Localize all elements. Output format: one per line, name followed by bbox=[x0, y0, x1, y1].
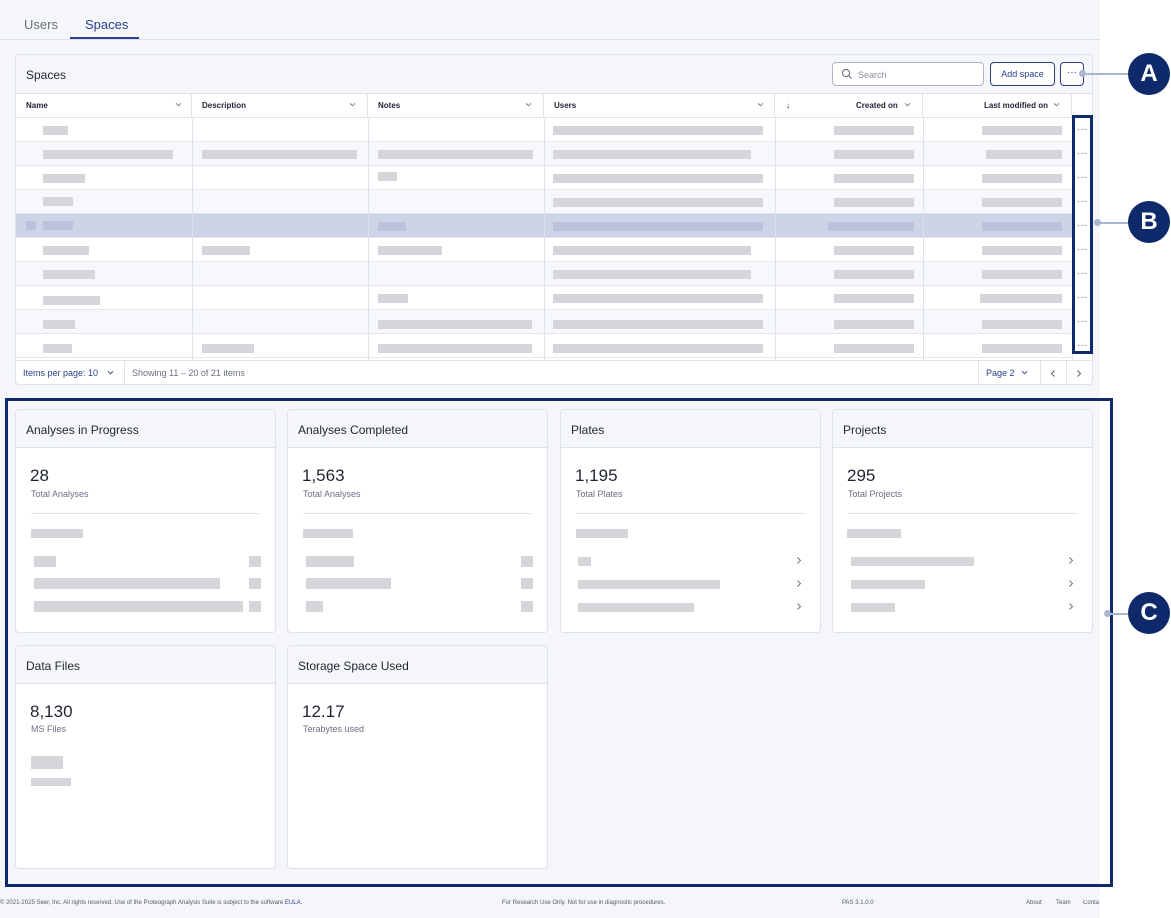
column-header-name[interactable]: Name bbox=[16, 94, 192, 118]
add-space-button[interactable]: Add space bbox=[990, 62, 1055, 86]
chevron-down-icon bbox=[525, 102, 532, 107]
callout-b-marker: B bbox=[1128, 201, 1170, 243]
column-header-label: Description bbox=[202, 101, 247, 110]
version-text: PAS 3.1.0.0 bbox=[842, 900, 874, 906]
next-page-button[interactable] bbox=[1066, 361, 1092, 384]
column-header-notes[interactable]: Notes bbox=[368, 94, 544, 118]
callout-a-leader bbox=[1084, 73, 1130, 75]
research-use-notice: For Research Use Only. Not for use in di… bbox=[502, 900, 666, 906]
column-header-label: Created on bbox=[856, 101, 898, 110]
contact-link[interactable]: Conta bbox=[1083, 900, 1100, 906]
eula-link[interactable]: EULA. bbox=[285, 900, 302, 906]
chevron-down-icon bbox=[757, 102, 764, 107]
active-tab-indicator bbox=[70, 37, 139, 39]
column-header-last-modified[interactable]: Last modified on bbox=[923, 94, 1072, 118]
column-header-label: Users bbox=[554, 101, 577, 110]
callout-c-leader bbox=[1109, 613, 1130, 615]
search-icon bbox=[841, 68, 852, 79]
callout-a-marker: A bbox=[1128, 53, 1170, 95]
items-range-text: Showing 11 – 20 of 21 items bbox=[132, 368, 245, 378]
callout-c-marker: C bbox=[1128, 592, 1170, 634]
about-link[interactable]: About bbox=[1026, 900, 1042, 906]
pagination-bar: Items per page: 10 Showing 11 – 20 of 21… bbox=[16, 360, 1092, 384]
tab-spaces[interactable]: Spaces bbox=[85, 17, 128, 32]
column-header-description[interactable]: Description bbox=[192, 94, 368, 118]
column-header-created-on[interactable]: ↓ Created on bbox=[775, 94, 923, 118]
search-box[interactable] bbox=[832, 62, 984, 86]
chevron-right-icon bbox=[1077, 370, 1082, 377]
chevron-down-icon bbox=[1021, 370, 1028, 375]
page-select[interactable]: Page 2 bbox=[986, 368, 1015, 378]
team-link[interactable]: Team bbox=[1056, 900, 1071, 906]
chevron-down-icon bbox=[107, 370, 114, 375]
column-header-label: Name bbox=[26, 101, 48, 110]
copyright-text: © 2021-2025 Seer, Inc. All rights reserv… bbox=[0, 900, 303, 906]
callout-b-leader bbox=[1099, 222, 1130, 224]
spaces-panel-title: Spaces bbox=[26, 68, 67, 82]
items-per-page-select[interactable]: Items per page: 10 bbox=[23, 368, 98, 378]
sort-descending-icon: ↓ bbox=[786, 101, 790, 110]
column-header-label: Last modified on bbox=[984, 101, 1048, 110]
chevron-down-icon bbox=[349, 102, 356, 107]
callout-b-highlight bbox=[1072, 115, 1093, 354]
search-input[interactable] bbox=[858, 67, 978, 82]
spaces-panel-header: Spaces Add space ··· bbox=[16, 55, 1092, 94]
chevron-down-icon bbox=[1053, 102, 1060, 107]
column-header-users[interactable]: Users bbox=[544, 94, 775, 118]
spaces-table-panel: Spaces Add space ··· Name Description No… bbox=[15, 54, 1093, 385]
tab-users[interactable]: Users bbox=[24, 17, 58, 32]
callout-c-highlight bbox=[5, 398, 1113, 887]
previous-page-button[interactable] bbox=[1040, 361, 1066, 384]
column-header-label: Notes bbox=[378, 101, 401, 110]
chevron-down-icon bbox=[175, 102, 182, 107]
chevron-down-icon bbox=[904, 102, 911, 107]
chevron-left-icon bbox=[1050, 370, 1055, 377]
tab-bar: Users Spaces bbox=[0, 0, 1100, 40]
